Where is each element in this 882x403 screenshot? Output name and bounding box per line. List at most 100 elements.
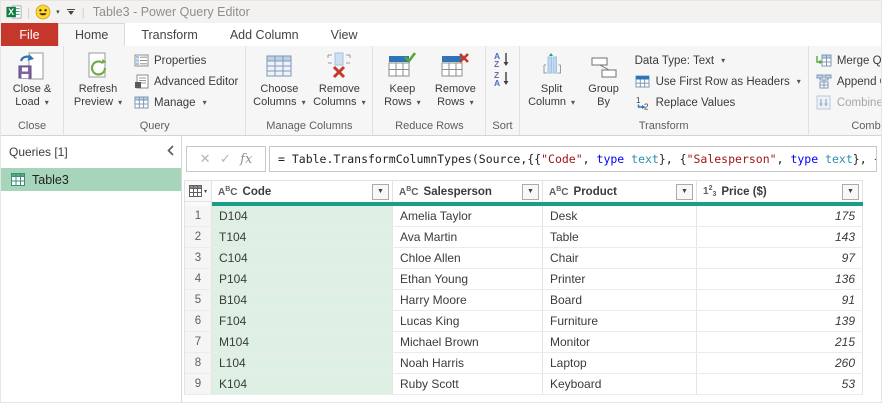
group-label-sort: Sort — [492, 120, 513, 132]
cell-product[interactable]: Furniture — [543, 311, 697, 331]
tab-home[interactable]: Home — [58, 23, 126, 46]
replace-values-button[interactable]: 1 2 Replace Values — [631, 92, 805, 113]
cell-price[interactable]: 143 — [697, 227, 863, 247]
row-number[interactable]: 9 — [185, 374, 212, 394]
smiley-dropdown-caret[interactable]: ▾ — [56, 8, 60, 16]
query-item-label: Table3 — [32, 172, 69, 187]
cell-product[interactable]: Monitor — [543, 332, 697, 352]
row-number[interactable]: 4 — [185, 269, 212, 289]
tab-add-column[interactable]: Add Column — [214, 23, 315, 46]
cell-code[interactable]: L104 — [212, 353, 393, 373]
advanced-editor-button[interactable]: Advanced Editor — [129, 71, 242, 92]
filter-dropdown-button[interactable]: ▼ — [842, 183, 859, 200]
table-row: 7 M104 Michael Brown Monitor 215 — [185, 332, 863, 353]
filter-dropdown-button[interactable]: ▼ — [522, 183, 539, 200]
cell-product[interactable]: Board — [543, 290, 697, 310]
remove-rows-button[interactable]: Remove Rows ▾ — [428, 49, 482, 109]
text-type-icon[interactable]: ABC — [218, 186, 238, 198]
titlebar-separator: | — [81, 5, 85, 19]
number-type-icon[interactable]: 123 — [703, 185, 716, 198]
cell-salesperson[interactable]: Ava Martin — [393, 227, 543, 247]
query-list-item-table3[interactable]: Table3 — [1, 168, 181, 191]
row-number[interactable]: 7 — [185, 332, 212, 352]
fx-icon[interactable]: fx — [240, 152, 252, 167]
formula-input[interactable]: = Table.TransformColumnTypes(Source,{{"C… — [269, 146, 877, 172]
text-type-icon[interactable]: ABC — [549, 186, 569, 198]
row-number[interactable]: 6 — [185, 311, 212, 331]
keep-rows-button[interactable]: Keep Rows ▾ — [376, 49, 428, 109]
cancel-formula-icon[interactable]: ✕ — [200, 151, 211, 167]
column-header-salesperson[interactable]: ABC Salesperson ▼ — [393, 181, 543, 202]
row-number[interactable]: 1 — [185, 206, 212, 226]
cell-code[interactable]: D104 — [212, 206, 393, 226]
cell-salesperson[interactable]: Amelia Taylor — [393, 206, 543, 226]
row-number[interactable]: 2 — [185, 227, 212, 247]
cell-code[interactable]: K104 — [212, 374, 393, 394]
column-header-product[interactable]: ABC Product ▼ — [543, 181, 697, 202]
cell-salesperson[interactable]: Noah Harris — [393, 353, 543, 373]
collapse-pane-icon[interactable] — [167, 145, 175, 159]
formula-segment: }, { — [658, 152, 687, 166]
tab-view[interactable]: View — [315, 23, 374, 46]
use-first-row-as-headers-button[interactable]: Use First Row as Headers ▾ — [631, 71, 805, 92]
filter-dropdown-button[interactable]: ▼ — [676, 183, 693, 200]
text-type-icon[interactable]: ABC — [399, 186, 419, 198]
smiley-icon[interactable] — [35, 4, 51, 20]
cell-salesperson[interactable]: Harry Moore — [393, 290, 543, 310]
cell-price[interactable]: 97 — [697, 248, 863, 268]
row-number[interactable]: 8 — [185, 353, 212, 373]
cell-price[interactable]: 260 — [697, 353, 863, 373]
cell-code[interactable]: M104 — [212, 332, 393, 352]
cell-product[interactable]: Desk — [543, 206, 697, 226]
table-header-row: ▾ ABC Code ▼ ABC Salesperson ▼ ABC Product ▼ 123 P… — [185, 181, 863, 202]
cell-code[interactable]: F104 — [212, 311, 393, 331]
customize-quick-access-icon[interactable] — [65, 9, 77, 15]
cell-product[interactable]: Keyboard — [543, 374, 697, 394]
cell-salesperson[interactable]: Michael Brown — [393, 332, 543, 352]
cell-price[interactable]: 139 — [697, 311, 863, 331]
group-by-button[interactable]: Group By — [581, 49, 627, 109]
refresh-preview-button[interactable]: Refresh Preview ▾ — [67, 49, 129, 109]
sort-descending-button[interactable]: Z A — [491, 69, 513, 88]
tab-transform[interactable]: Transform — [125, 23, 214, 46]
commit-formula-icon[interactable]: ✓ — [220, 151, 231, 167]
column-header-price[interactable]: 123 Price ($) ▼ — [697, 181, 863, 202]
cell-price[interactable]: 53 — [697, 374, 863, 394]
table-select-all-button[interactable]: ▾ — [185, 181, 212, 202]
remove-rows-icon — [439, 50, 471, 82]
tab-file[interactable]: File — [1, 23, 58, 46]
svg-text:X: X — [8, 7, 14, 17]
cell-salesperson[interactable]: Ruby Scott — [393, 374, 543, 394]
remove-columns-button[interactable]: Remove Columns ▾ — [309, 49, 369, 109]
cell-price[interactable]: 175 — [697, 206, 863, 226]
properties-button[interactable]: Properties — [129, 50, 242, 71]
data-type-button[interactable]: Data Type: Text ▾ — [631, 50, 805, 71]
cell-price[interactable]: 136 — [697, 269, 863, 289]
cell-salesperson[interactable]: Lucas King — [393, 311, 543, 331]
table-row: 8 L104 Noah Harris Laptop 260 — [185, 353, 863, 374]
close-and-load-button[interactable]: Close & Load ▾ — [4, 49, 60, 109]
cell-code[interactable]: B104 — [212, 290, 393, 310]
cell-salesperson[interactable]: Ethan Young — [393, 269, 543, 289]
cell-price[interactable]: 215 — [697, 332, 863, 352]
merge-queries-button[interactable]: Merge Queries ▾ — [812, 50, 881, 71]
cell-salesperson[interactable]: Chloe Allen — [393, 248, 543, 268]
choose-columns-button[interactable]: Choose Columns ▾ — [249, 49, 309, 109]
append-queries-button[interactable]: Append Queries ▾ — [812, 71, 881, 92]
row-number[interactable]: 5 — [185, 290, 212, 310]
cell-code[interactable]: C104 — [212, 248, 393, 268]
cell-code[interactable]: P104 — [212, 269, 393, 289]
cell-product[interactable]: Chair — [543, 248, 697, 268]
cell-product[interactable]: Laptop — [543, 353, 697, 373]
keep-rows-label: Keep Rows — [384, 83, 416, 108]
split-column-button[interactable]: Split Column ▾ — [523, 49, 581, 109]
manage-button[interactable]: Manage ▾ — [129, 92, 242, 113]
row-number[interactable]: 3 — [185, 248, 212, 268]
column-header-code[interactable]: ABC Code ▼ — [212, 181, 393, 202]
filter-dropdown-button[interactable]: ▼ — [372, 183, 389, 200]
sort-ascending-button[interactable]: A Z — [491, 50, 513, 69]
cell-code[interactable]: T104 — [212, 227, 393, 247]
cell-product[interactable]: Table — [543, 227, 697, 247]
cell-price[interactable]: 91 — [697, 290, 863, 310]
cell-product[interactable]: Printer — [543, 269, 697, 289]
